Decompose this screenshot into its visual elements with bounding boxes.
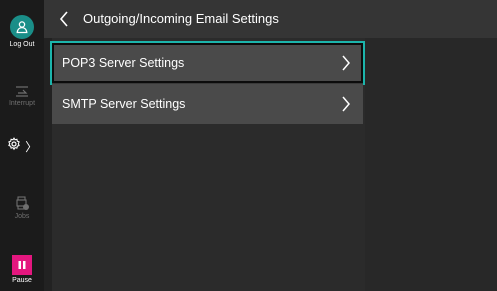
- chevron-right-icon: [342, 55, 350, 71]
- interrupt-label: Interrupt: [8, 100, 36, 107]
- pause-button[interactable]: Pause: [0, 255, 44, 284]
- interrupt-button[interactable]: Interrupt: [0, 84, 44, 107]
- jobs-button[interactable]: Jobs: [0, 195, 44, 220]
- sidebar: Log Out Interrupt 〉 Jobs Pause: [0, 0, 44, 291]
- right-panel: [365, 38, 497, 291]
- person-icon: [10, 15, 34, 39]
- chevron-right-icon: [342, 96, 350, 112]
- pause-label: Pause: [12, 277, 32, 284]
- interrupt-icon: [0, 84, 44, 98]
- jobs-label: Jobs: [14, 213, 30, 220]
- list-item-label: POP3 Server Settings: [62, 56, 185, 70]
- settings-chevron: 〉: [25, 140, 38, 154]
- smtp-server-settings-item[interactable]: SMTP Server Settings: [52, 83, 363, 124]
- back-chevron-icon: [59, 11, 68, 27]
- back-button[interactable]: [54, 8, 74, 30]
- page-title: Outgoing/Incoming Email Settings: [83, 11, 279, 26]
- jobs-icon: [0, 195, 44, 211]
- header-bar: Outgoing/Incoming Email Settings: [44, 0, 497, 38]
- logout-button[interactable]: Log Out: [0, 15, 44, 48]
- logout-label: Log Out: [9, 41, 35, 48]
- pause-icon: [12, 255, 32, 275]
- pop3-server-settings-item[interactable]: POP3 Server Settings: [50, 41, 365, 85]
- list-item-label: SMTP Server Settings: [62, 97, 186, 111]
- gear-icon: [7, 137, 21, 156]
- device-settings-button[interactable]: 〉: [0, 137, 44, 156]
